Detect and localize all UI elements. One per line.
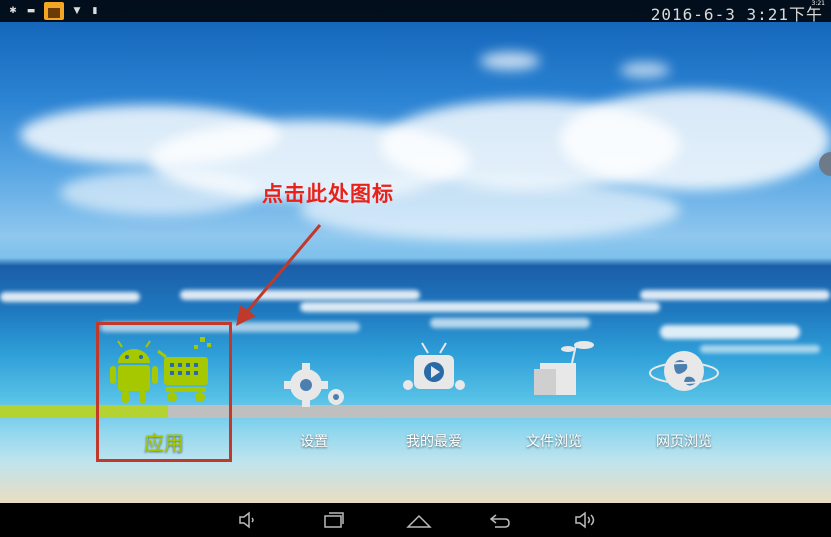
tv-play-icon: [403, 342, 465, 390]
app-label-file-browser: 文件浏览: [526, 434, 582, 450]
home-icon[interactable]: [405, 509, 433, 531]
navigation-bar: [0, 503, 831, 537]
app-settings[interactable]: 设置: [254, 345, 374, 455]
recents-icon[interactable]: [322, 509, 346, 531]
app-web-browser[interactable]: 网页浏览: [624, 345, 744, 455]
highlight-box: [96, 322, 232, 462]
globe-icon: [649, 351, 719, 391]
app-label-web-browser: 网页浏览: [656, 434, 712, 450]
app-favorites[interactable]: 我的最爱: [374, 342, 494, 455]
volume-down-icon[interactable]: [236, 509, 260, 531]
app-file-browser[interactable]: 文件浏览: [494, 341, 614, 455]
volume-up-icon[interactable]: [572, 509, 596, 531]
home-screen: ✱ ▬ ▼ ▮ 3:21 2016-6-3 3:21下午 点击此处图标 应用 设…: [0, 0, 831, 537]
folder-plant-icon: [534, 341, 594, 395]
back-icon[interactable]: [488, 509, 512, 531]
gears-icon: [284, 363, 344, 407]
app-label-settings: 设置: [300, 434, 328, 450]
app-label-favorites: 我的最爱: [406, 434, 462, 450]
